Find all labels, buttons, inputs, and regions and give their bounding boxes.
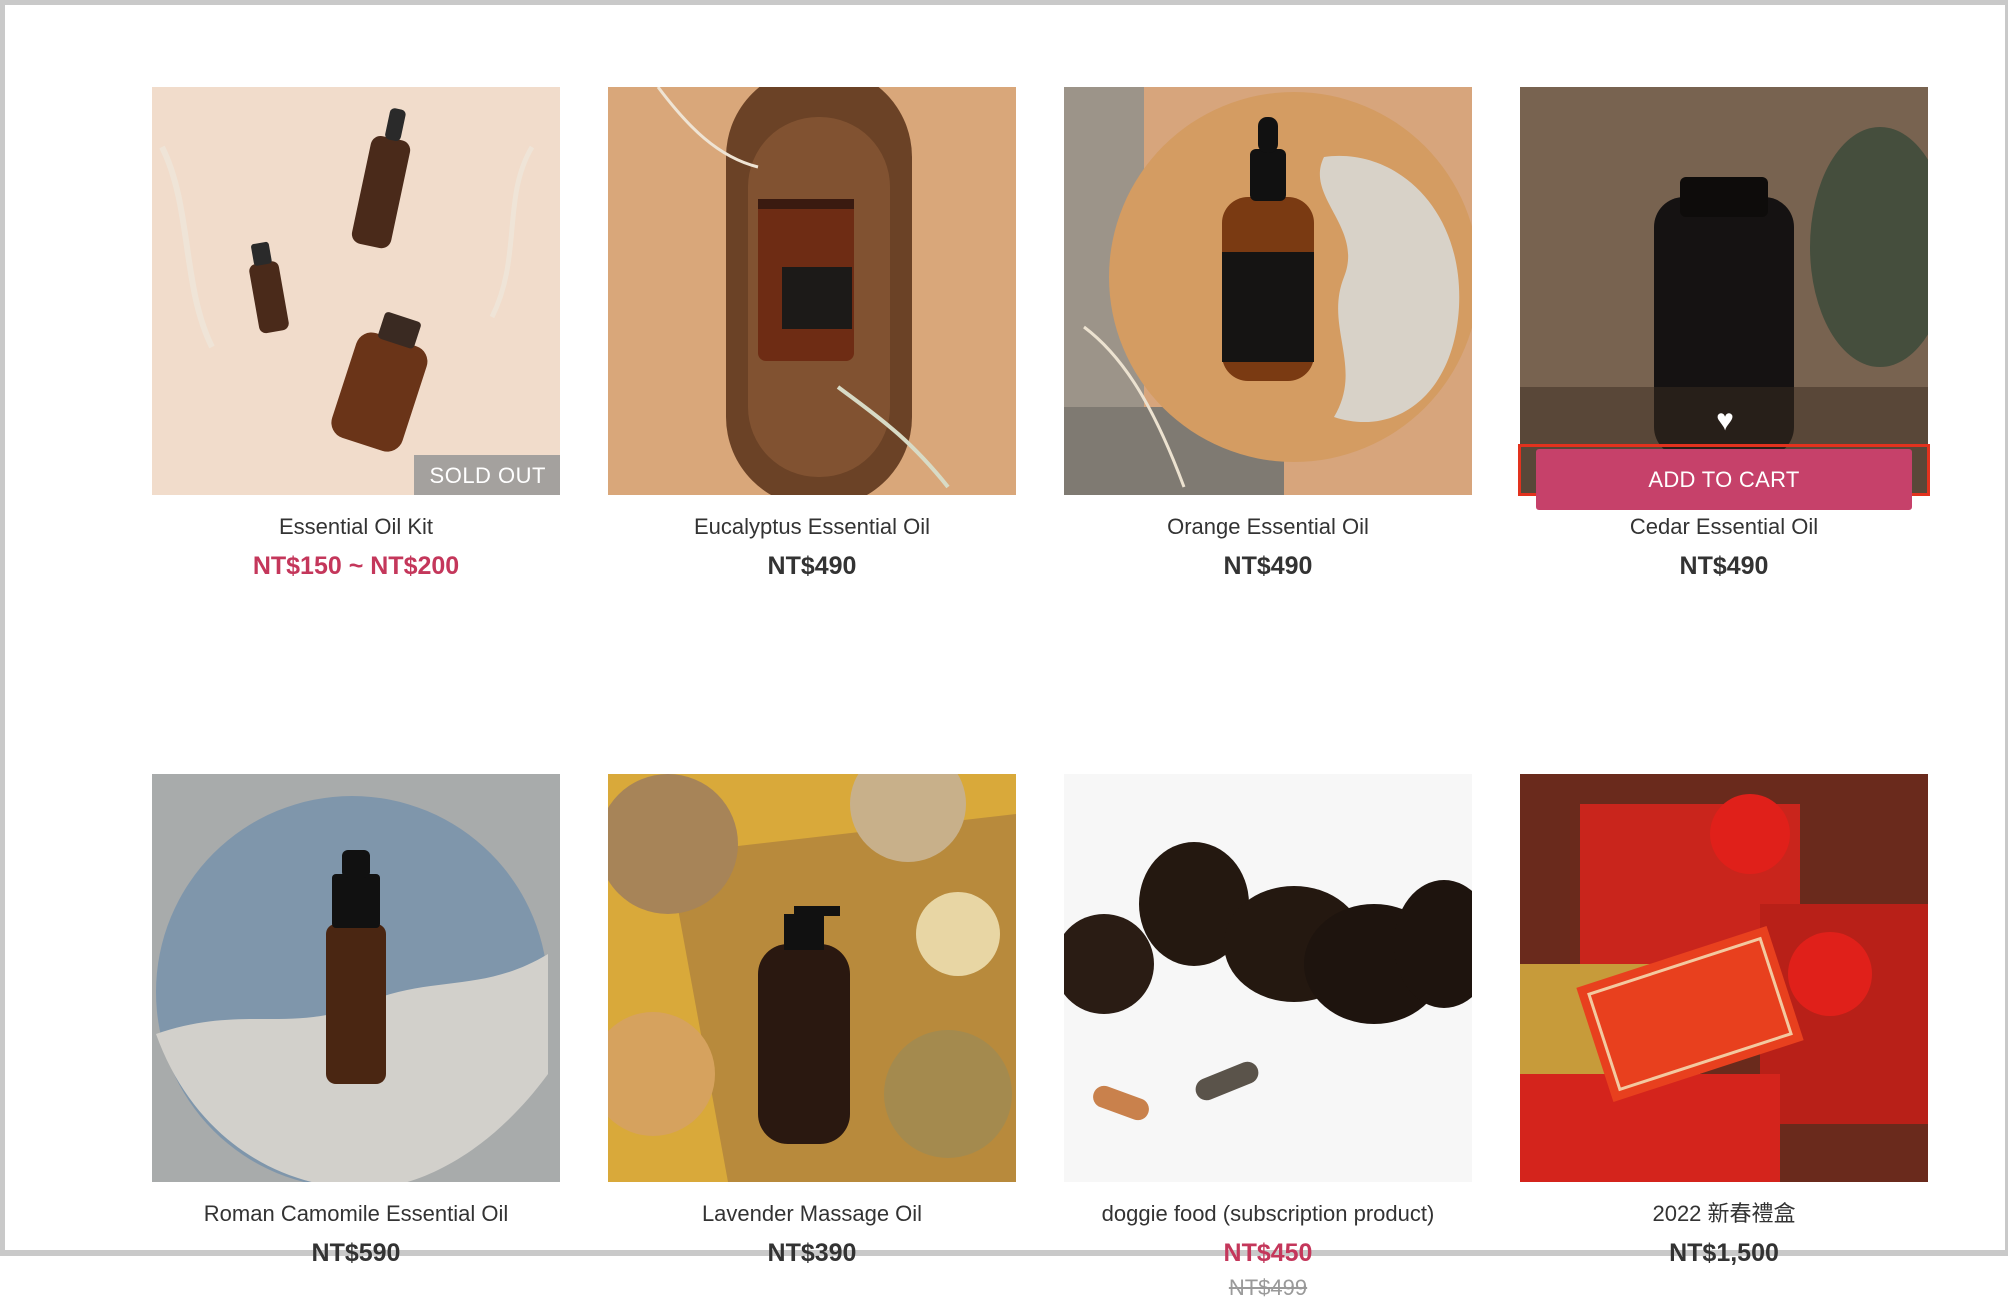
product-image[interactable] (608, 774, 1016, 1182)
product-price: NT$1,500 (1669, 1239, 1779, 1267)
product-price: NT$390 (767, 1239, 857, 1267)
product-image[interactable] (608, 87, 1016, 495)
product-image[interactable] (1520, 774, 1928, 1182)
product-price: NT$450 (1223, 1239, 1313, 1267)
product-photo (1520, 774, 1928, 1182)
product-price: NT$490 (767, 552, 857, 580)
product-photo (1064, 87, 1472, 495)
add-to-cart-button[interactable]: ADD TO CART (1536, 449, 1912, 510)
product-photo (608, 774, 1016, 1182)
product-price: NT$590 (311, 1239, 401, 1267)
product-card[interactable]: Lavender Massage Oil NT$390 (608, 774, 1016, 1303)
product-image[interactable] (152, 774, 560, 1182)
hover-overlay: ♥ ADD TO CART (1518, 406, 1930, 510)
original-price: NT$499 (1228, 1275, 1308, 1300)
product-name[interactable]: Essential Oil Kit (152, 512, 560, 542)
product-card[interactable]: 2022 新春禮盒 NT$1,500 (1520, 774, 1928, 1303)
product-card[interactable]: Orange Essential Oil NT$490 (1064, 87, 1472, 582)
product-name[interactable]: Cedar Essential Oil (1520, 512, 1928, 542)
product-photo (1064, 774, 1472, 1182)
product-price: NT$490 (1679, 552, 1769, 580)
product-card[interactable]: Roman Camomile Essential Oil NT$590 (152, 774, 560, 1303)
product-name[interactable]: Lavender Massage Oil (608, 1199, 1016, 1229)
product-price: NT$150 ~ NT$200 (252, 552, 460, 580)
sold-out-badge: SOLD OUT (413, 455, 560, 495)
product-card[interactable]: SOLD OUT Essential Oil Kit NT$150 ~ NT$2… (152, 87, 560, 582)
product-name[interactable]: Roman Camomile Essential Oil (152, 1199, 560, 1229)
product-image[interactable] (1064, 87, 1472, 495)
product-image[interactable]: SOLD OUT (152, 87, 560, 495)
product-card[interactable]: ♥ ADD TO CART Cedar Essential Oil NT$490 (1518, 87, 1930, 582)
heart-icon[interactable]: ♥ (1710, 406, 1740, 436)
product-photo (152, 774, 560, 1182)
product-name[interactable]: Eucalyptus Essential Oil (608, 512, 1016, 542)
product-card[interactable]: Eucalyptus Essential Oil NT$490 (608, 87, 1016, 582)
product-image[interactable] (1064, 774, 1472, 1182)
product-photo (152, 87, 560, 495)
product-price: NT$490 (1223, 552, 1313, 580)
product-name[interactable]: Orange Essential Oil (1064, 512, 1472, 542)
product-grid: SOLD OUT Essential Oil Kit NT$150 ~ NT$2… (152, 87, 1930, 1303)
product-image[interactable]: ♥ ADD TO CART (1518, 87, 1930, 510)
product-name[interactable]: 2022 新春禮盒 (1520, 1199, 1928, 1229)
product-photo (608, 87, 1016, 495)
product-name[interactable]: doggie food (subscription product) (1064, 1199, 1472, 1229)
product-card[interactable]: doggie food (subscription product) NT$45… (1064, 774, 1472, 1303)
add-to-cart-highlight: ADD TO CART (1518, 444, 1930, 510)
